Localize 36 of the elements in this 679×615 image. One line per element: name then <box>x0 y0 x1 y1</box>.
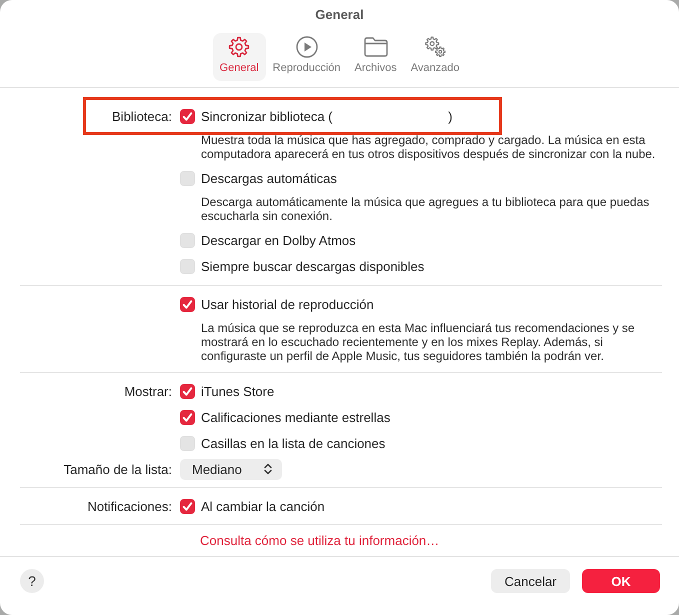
tab[interactable]: Archivos <box>348 33 404 81</box>
checkbox[interactable] <box>180 108 195 124</box>
option-label: Descargar en Dolby Atmos <box>201 232 356 248</box>
field-label: Biblioteca: <box>111 108 172 124</box>
field-label: Tamaño de la lista: <box>62 462 172 476</box>
option-label: Casillas en la lista de canciones <box>201 436 386 450</box>
option-label: Sincronizar biblioteca ( ) <box>201 108 452 124</box>
option-label: Siempre buscar descargas disponibles <box>201 258 424 274</box>
option-label: Descargas automáticas <box>201 170 337 186</box>
field-label: Notificaciones: <box>86 498 172 514</box>
option-label: Usar historial de reproducción <box>201 296 374 312</box>
option-label: iTunes Store <box>201 384 274 398</box>
checkbox[interactable] <box>180 410 195 424</box>
checkbox[interactable] <box>180 498 195 514</box>
tab[interactable]: Reproducción <box>266 33 348 81</box>
field-label: Mostrar: <box>123 384 172 398</box>
chevron-updown-icon <box>264 463 272 475</box>
folder-icon <box>364 36 388 58</box>
checkbox[interactable] <box>180 296 195 312</box>
list-size-dropdown[interactable]: Mediano <box>180 458 282 480</box>
help-button[interactable]: ? <box>20 569 44 593</box>
checkbox[interactable] <box>180 384 195 398</box>
play-icon <box>296 36 318 58</box>
gear-icon <box>228 36 250 58</box>
ok-button[interactable]: OK <box>582 569 660 593</box>
tab[interactable]: Avanzado <box>404 33 466 81</box>
cancel-button[interactable]: Cancelar <box>491 569 570 593</box>
option-label: Al cambiar la canción <box>201 498 325 514</box>
tab[interactable]: General <box>212 33 266 81</box>
option-description: Descarga automáticamente la música que agregues a tu biblioteca para que puedas escucharla sin conexión. <box>201 195 650 223</box>
option-description: La música que se reproduzca en esta Mac influenciará tus recomendaciones y se mostrará en lo escuchado recientemente y en los mixes Replay. Además, si configuraste un perfil de Apple Music, tus seguidores también la podrán ver. <box>201 321 636 363</box>
window-title: General <box>315 7 364 23</box>
option-label: Calificaciones mediante estrellas <box>201 410 390 424</box>
gears-icon <box>424 36 447 58</box>
option-description: Muestra toda la música que has agregado, comprado y cargado. La música en esta computadora aparecerá en tus otros dispositivos después de sincronizar con la nube. <box>201 133 656 161</box>
privacy-link[interactable]: Consulta cómo se utiliza tu información… <box>200 533 440 548</box>
